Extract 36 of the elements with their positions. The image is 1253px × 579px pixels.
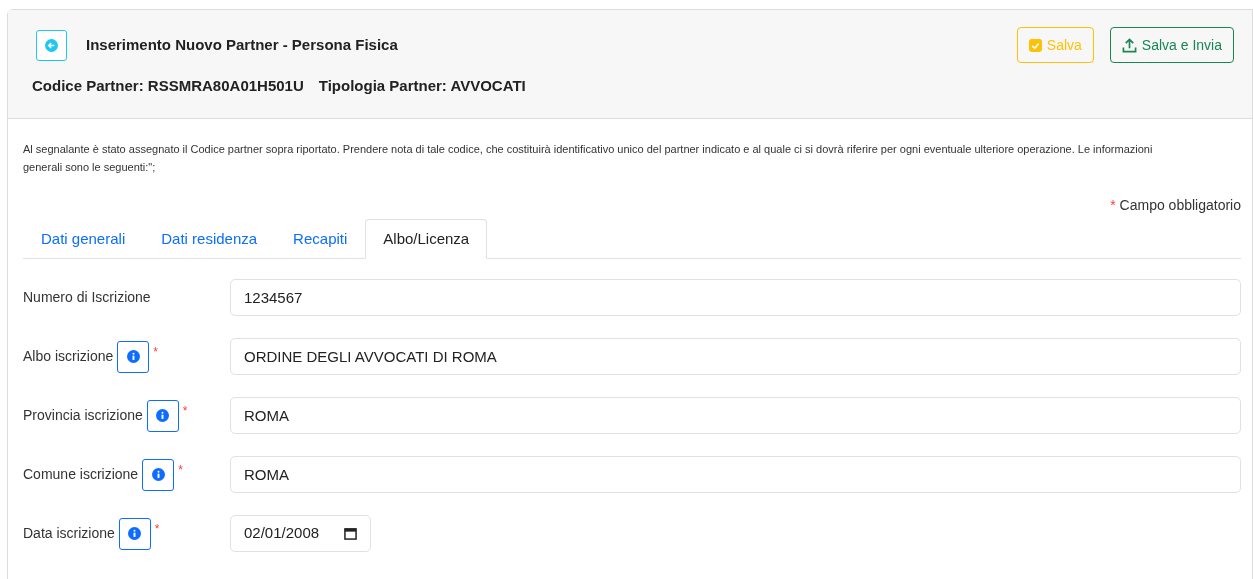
tab[interactable]: Recapiti: [275, 219, 366, 259]
info-icon: [151, 468, 165, 481]
calendar-icon: [344, 527, 357, 540]
save-and-send-button[interactable]: Salva e Invia: [1109, 27, 1234, 63]
checkbox-icon: [1028, 38, 1042, 52]
info-button[interactable]: [118, 517, 151, 550]
text-field[interactable]: ORDINE DEGLI AVVOCATI DI ROMA: [230, 338, 1241, 375]
page-title: Inserimento Nuovo Partner - Persona Fisica: [86, 34, 398, 55]
partner-code: Codice Partner: RSSMRA80A01H501U: [32, 76, 304, 96]
info-button[interactable]: [117, 340, 150, 373]
required-mark: *: [154, 520, 160, 538]
upload-icon: [1121, 37, 1137, 53]
info-button[interactable]: [142, 458, 175, 491]
partner-type: Tipologia Partner: AVVOCATI: [318, 76, 526, 96]
required-mark: *: [182, 402, 188, 420]
field-label: Albo iscrizione: [23, 347, 114, 366]
info-button[interactable]: [146, 399, 179, 432]
required-mark: *: [153, 343, 158, 361]
tab[interactable]: Dati residenza: [143, 219, 276, 259]
required-mark: *: [178, 461, 183, 479]
left-arrow-icon: [45, 38, 58, 52]
text-field[interactable]: ROMA: [230, 456, 1241, 493]
text-field[interactable]: ROMA: [230, 397, 1241, 434]
field-label: Provincia iscrizione: [23, 406, 143, 425]
info-icon: [126, 350, 140, 363]
field-label: Data iscrizione: [23, 524, 115, 543]
tab[interactable]: Dati generali: [23, 219, 144, 259]
tab[interactable]: Albo/Licenza: [365, 219, 488, 259]
info-icon: [156, 409, 170, 422]
required-legend: * Campo obbligatorio: [1110, 195, 1241, 216]
text-field[interactable]: 1234567: [230, 279, 1241, 316]
info-icon: [128, 527, 142, 540]
date-field[interactable]: 02/01/2008: [230, 515, 371, 552]
notice-text: Al segnalante è stato assegnato il Codice partner sopra riportato. Prendere nota di tale codice, che costituirà identificativo unico del partner indicato e al quale ci si dovrà riferire per ogni eventuale ulteriore operazione. Le informazioni generali sono le seguenti:";: [23, 142, 1154, 175]
field-label: Numero di Iscrizione: [23, 288, 151, 307]
field-label: Comune iscrizione: [23, 465, 139, 484]
